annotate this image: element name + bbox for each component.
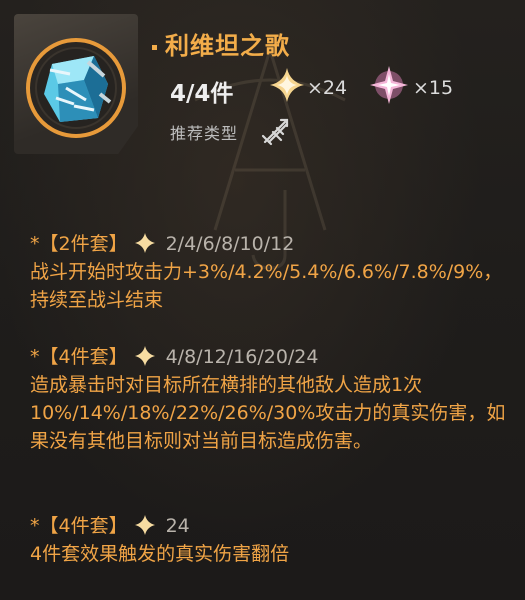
sparkle-icon xyxy=(134,346,155,366)
set-effect-4pc-bonus: *【4件套】 24 4件套效果触发的真实伤害翻倍 xyxy=(30,512,510,568)
set-name-text: 利维坦之歌 xyxy=(165,32,290,60)
effect-description: 造成暴击时对目标所在横排的其他敌人造成1次10%/14%/18%/22%/26%… xyxy=(30,374,506,452)
gold-sparkle-icon xyxy=(270,68,304,102)
effect-header: *【2件套】 2/4/6/8/10/12 xyxy=(30,230,510,258)
effect-header: *【4件套】 24 xyxy=(30,512,510,540)
crystal-gem-icon xyxy=(26,38,126,138)
set-piece-count: 4/4件 xyxy=(170,81,234,107)
effect-levels: 4/8/12/16/20/24 xyxy=(165,346,319,368)
effect-tag: *【4件套】 xyxy=(30,346,128,368)
effect-tag: *【4件套】 xyxy=(30,515,128,537)
sparkle-icon xyxy=(134,515,155,535)
equipment-set-panel: 利维坦之歌 4/4件 ×24 ×15 推荐类型 *【2件套】 2/4/6/8/10… xyxy=(0,0,525,600)
set-effect-2pc: *【2件套】 2/4/6/8/10/12 战斗开始时攻击力+3%/4.2%/5.4… xyxy=(30,230,510,314)
effect-levels: 2/4/6/8/10/12 xyxy=(165,233,295,255)
set-effect-4pc: *【4件套】 4/8/12/16/20/24 造成暴击时对目标所在横排的其他敌人造… xyxy=(30,343,510,455)
title-bullet xyxy=(152,44,157,50)
sparkle-icon xyxy=(134,233,155,253)
effect-levels: 24 xyxy=(165,515,190,537)
set-icon-frame[interactable] xyxy=(14,14,138,154)
effect-header: *【4件套】 4/8/12/16/20/24 xyxy=(30,343,510,371)
set-name: 利维坦之歌 xyxy=(152,26,290,61)
effect-description: 战斗开始时攻击力+3%/4.2%/5.4%/6.6%/7.8%/9%，持续至战斗… xyxy=(30,261,503,311)
recommend-type-label: 推荐类型 xyxy=(170,124,239,143)
pink-star-icon xyxy=(370,66,408,104)
crossed-swords-icon xyxy=(261,118,289,146)
material-1-quantity: ×24 xyxy=(307,77,348,99)
material-2-quantity: ×15 xyxy=(413,77,454,99)
effect-description: 4件套效果触发的真实伤害翻倍 xyxy=(30,543,290,565)
effect-tag: *【2件套】 xyxy=(30,233,128,255)
